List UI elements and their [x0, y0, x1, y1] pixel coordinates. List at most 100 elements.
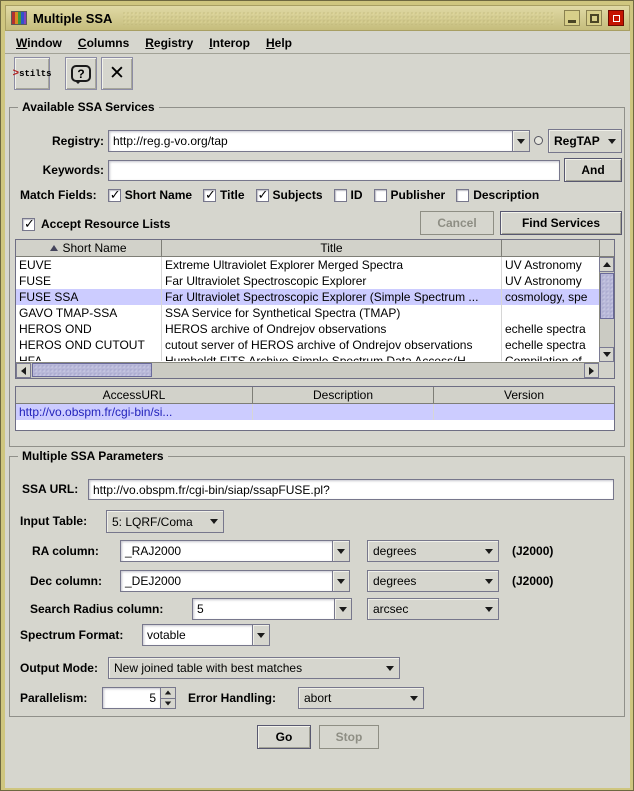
combo-arrow-button[interactable]: [512, 130, 530, 152]
table-row[interactable]: HFAHumboldt FITS Archive Simple Spectrum…: [16, 353, 599, 361]
find-services-button[interactable]: Find Services: [500, 211, 622, 235]
ssa-url-input[interactable]: http://vo.obspm.fr/cgi-bin/siap/ssapFUSE…: [88, 479, 614, 500]
column-header-short-name[interactable]: Short Name: [16, 240, 162, 257]
scroll-left-button[interactable]: [16, 363, 31, 378]
ra-column-value[interactable]: _RAJ2000: [120, 540, 332, 562]
column-header-accessurl[interactable]: AccessURL: [16, 387, 253, 404]
menu-help[interactable]: Help: [258, 34, 300, 52]
combo-arrow-button[interactable]: [334, 598, 352, 620]
combo-arrow-button[interactable]: [381, 658, 399, 678]
parallelism-label: Parallelism:: [20, 687, 87, 709]
scroll-thumb[interactable]: [32, 363, 152, 377]
registry-value[interactable]: http://reg.g-vo.org/tap: [108, 130, 512, 152]
combo-arrow-button[interactable]: [252, 624, 270, 646]
table-row[interactable]: http://vo.obspm.fr/cgi-bin/si...: [16, 404, 614, 420]
combo-arrow-button[interactable]: [480, 541, 498, 561]
checkbox[interactable]: [22, 218, 35, 231]
table-row[interactable]: HEROS ONDHEROS archive of Ondrejov obser…: [16, 321, 599, 337]
scroll-up-button[interactable]: [599, 257, 614, 272]
error-handling-dropdown[interactable]: abort: [298, 687, 424, 709]
match-field-publisher[interactable]: Publisher: [374, 188, 446, 202]
stilts-button[interactable]: >stilts: [14, 57, 50, 90]
search-radius-value[interactable]: 5: [192, 598, 334, 620]
table-row[interactable]: EUVEExtreme Ultraviolet Explorer Merged …: [16, 257, 599, 273]
error-handling-label: Error Handling:: [188, 687, 276, 709]
parallelism-spinner[interactable]: 5: [102, 687, 176, 709]
spectrum-format-combo[interactable]: votable: [142, 624, 270, 646]
column-header-title[interactable]: Title: [162, 240, 502, 257]
match-field-description[interactable]: Description: [456, 188, 539, 202]
close-button[interactable]: [608, 10, 624, 26]
scroll-right-button[interactable]: [584, 363, 599, 378]
spinner-down-button[interactable]: [160, 699, 176, 710]
combo-arrow-button[interactable]: [480, 599, 498, 619]
parallelism-value[interactable]: 5: [102, 687, 160, 709]
and-button[interactable]: And: [564, 158, 622, 182]
vertical-scrollbar[interactable]: [599, 257, 614, 362]
checkbox[interactable]: [374, 189, 387, 202]
column-header-version[interactable]: Version: [434, 387, 614, 404]
menu-interop[interactable]: Interop: [201, 34, 258, 52]
minimize-button[interactable]: [564, 10, 580, 26]
combo-arrow-button[interactable]: [480, 571, 498, 591]
stop-button[interactable]: Stop: [319, 725, 379, 749]
horizontal-scrollbar[interactable]: [16, 362, 599, 378]
arrow-down-icon: [517, 139, 525, 144]
scroll-down-button[interactable]: [599, 347, 614, 362]
maximize-button[interactable]: [586, 10, 602, 26]
input-table-dropdown[interactable]: 5: LQRF/Coma: [106, 510, 224, 533]
checkbox[interactable]: [334, 189, 347, 202]
match-field-id[interactable]: ID: [334, 188, 363, 202]
menu-window[interactable]: Window: [8, 34, 70, 52]
radius-unit-dropdown[interactable]: arcsec: [367, 598, 499, 620]
column-header-description[interactable]: Description: [253, 387, 434, 404]
table-cell: [502, 305, 599, 321]
dec-column-label: Dec column:: [30, 570, 102, 592]
scrollpane-corner: [599, 240, 614, 257]
cancel-button[interactable]: Cancel: [420, 211, 494, 235]
menu-registry[interactable]: Registry: [137, 34, 201, 52]
table-cell: HEROS archive of Ondrejov observations: [162, 321, 502, 337]
combo-arrow-button[interactable]: [405, 688, 423, 708]
column-header-extra[interactable]: [502, 240, 599, 257]
checkbox[interactable]: [456, 189, 469, 202]
close-window-button[interactable]: ✕: [101, 57, 133, 90]
keywords-input[interactable]: [108, 160, 560, 181]
available-ssa-services-panel: Available SSA Services Registry: http://…: [9, 107, 625, 447]
stilts-arrow: >: [13, 68, 20, 80]
go-button[interactable]: Go: [257, 725, 311, 749]
match-field-subjects[interactable]: Subjects: [256, 188, 323, 202]
registry-type-value: RegTAP: [554, 134, 600, 148]
registry-type-dropdown[interactable]: RegTAP: [548, 129, 622, 153]
arrow-down-icon: [165, 701, 171, 705]
search-radius-combo[interactable]: 5: [192, 598, 352, 620]
checkbox[interactable]: [203, 189, 216, 202]
table-row[interactable]: FUSE SSAFar Ultraviolet Spectroscopic Ex…: [16, 289, 599, 305]
spinner-up-button[interactable]: [160, 687, 176, 699]
match-field-title[interactable]: Title: [203, 188, 244, 202]
menu-columns[interactable]: Columns: [70, 34, 137, 52]
registry-combo[interactable]: http://reg.g-vo.org/tap: [108, 130, 530, 152]
title-bar[interactable]: Multiple SSA: [5, 5, 630, 31]
combo-arrow-button[interactable]: [603, 130, 621, 152]
dec-unit-dropdown[interactable]: degrees: [367, 570, 499, 592]
maximize-icon: [590, 14, 599, 23]
checkbox[interactable]: [256, 189, 269, 202]
scroll-thumb[interactable]: [600, 273, 614, 319]
table-row[interactable]: GAVO TMAP-SSASSA Service for Synthetical…: [16, 305, 599, 321]
accept-resource-lists-checkbox[interactable]: Accept Resource Lists: [22, 212, 170, 236]
combo-arrow-button[interactable]: [332, 570, 350, 592]
help-button[interactable]: ?: [65, 57, 97, 90]
match-field-short-name[interactable]: Short Name: [108, 188, 192, 202]
table-row[interactable]: FUSEFar Ultraviolet Spectroscopic Explor…: [16, 273, 599, 289]
ra-column-combo[interactable]: _RAJ2000: [120, 540, 350, 562]
spectrum-format-value[interactable]: votable: [142, 624, 252, 646]
dec-column-value[interactable]: _DEJ2000: [120, 570, 332, 592]
checkbox[interactable]: [108, 189, 121, 202]
table-row[interactable]: HEROS OND CUTOUTcutout server of HEROS a…: [16, 337, 599, 353]
combo-arrow-button[interactable]: [205, 511, 223, 532]
output-mode-dropdown[interactable]: New joined table with best matches: [108, 657, 400, 679]
combo-arrow-button[interactable]: [332, 540, 350, 562]
ra-unit-dropdown[interactable]: degrees: [367, 540, 499, 562]
dec-column-combo[interactable]: _DEJ2000: [120, 570, 350, 592]
